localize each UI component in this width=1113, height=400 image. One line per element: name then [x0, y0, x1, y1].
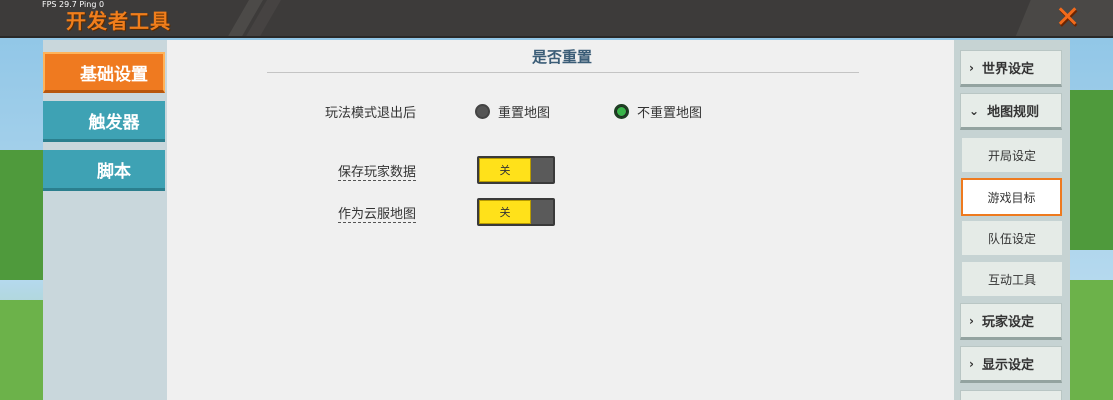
close-button[interactable]: ✕	[1015, 0, 1113, 36]
cloud-server-map-label: 作为云服地图	[337, 203, 416, 223]
nav-tab-triggers[interactable]: 触发器	[43, 101, 165, 142]
radio-label: 重置地图	[498, 106, 551, 121]
sub-item-team-settings[interactable]: 队伍设定	[962, 221, 1062, 255]
radio-reset-map[interactable]: 重置地图	[475, 102, 550, 121]
group-map-rules[interactable]: ⌄ 地图规则	[960, 93, 1062, 130]
sub-item-label: 开局设定	[987, 148, 1036, 163]
sub-item-game-goal[interactable]: 游戏目标	[961, 178, 1062, 216]
nav-tab-scripts[interactable]: 脚本	[43, 150, 165, 191]
reset-after-exit-label: 玩法模式退出后	[324, 106, 416, 121]
sub-item-interaction-tools[interactable]: 互动工具	[962, 262, 1062, 296]
group-label: 玩家设定	[981, 315, 1034, 330]
save-player-data-label: 保存玩家数据	[337, 161, 416, 181]
nav-tab-label: 基础设置	[80, 64, 148, 85]
sub-item-label: 互动工具	[987, 272, 1036, 287]
close-icon: ✕	[1055, 0, 1081, 35]
toggle-knob: 关	[479, 158, 531, 182]
left-nav: 基础设置 触发器 脚本	[43, 40, 167, 400]
group-player-settings[interactable]: › 玩家设定	[960, 303, 1062, 340]
radio-label: 不重置地图	[637, 106, 703, 121]
right-nav: › 世界设定 ⌄ 地图规则 开局设定 游戏目标 队伍设定 互动工具 › 玩家设定…	[954, 40, 1070, 400]
section-divider	[267, 72, 859, 73]
sub-item-label: 游戏目标	[987, 190, 1036, 205]
group-label: 显示设定	[981, 358, 1034, 373]
app-title: 开发者工具	[66, 9, 171, 33]
chevron-right-icon: ›	[969, 313, 974, 328]
group-label: 地图规则	[987, 105, 1040, 120]
radio-selected-icon	[614, 104, 629, 119]
chevron-right-icon: ›	[969, 60, 974, 75]
radio-no-reset-map[interactable]: 不重置地图	[614, 102, 702, 121]
nav-tab-label: 触发器	[88, 112, 140, 133]
save-player-data-toggle[interactable]: 关	[477, 156, 555, 184]
toggle-knob: 关	[479, 200, 531, 224]
group-world-settings[interactable]: › 世界设定	[960, 50, 1062, 87]
group-display-settings[interactable]: › 显示设定	[960, 346, 1062, 383]
radio-unselected-icon	[475, 104, 490, 119]
settings-panel: 是否重置 玩法模式退出后 重置地图 不重置地图 保存玩家数据 关 作为云服地图 …	[167, 40, 954, 400]
group-label: 世界设定	[981, 62, 1034, 77]
cloud-server-map-toggle[interactable]: 关	[477, 198, 555, 226]
chevron-right-icon: ›	[969, 356, 974, 371]
group-next-partial[interactable]	[960, 390, 1062, 400]
title-bar: FPS 29.7 Ping 0 开发者工具 ✕	[0, 0, 1113, 38]
chevron-down-icon: ⌄	[969, 103, 980, 118]
sub-item-label: 队伍设定	[987, 231, 1036, 246]
nav-tab-label: 脚本	[97, 161, 131, 182]
nav-tab-basic-settings[interactable]: 基础设置	[43, 52, 165, 93]
section-title: 是否重置	[531, 48, 592, 66]
sub-item-start-settings[interactable]: 开局设定	[962, 138, 1062, 172]
